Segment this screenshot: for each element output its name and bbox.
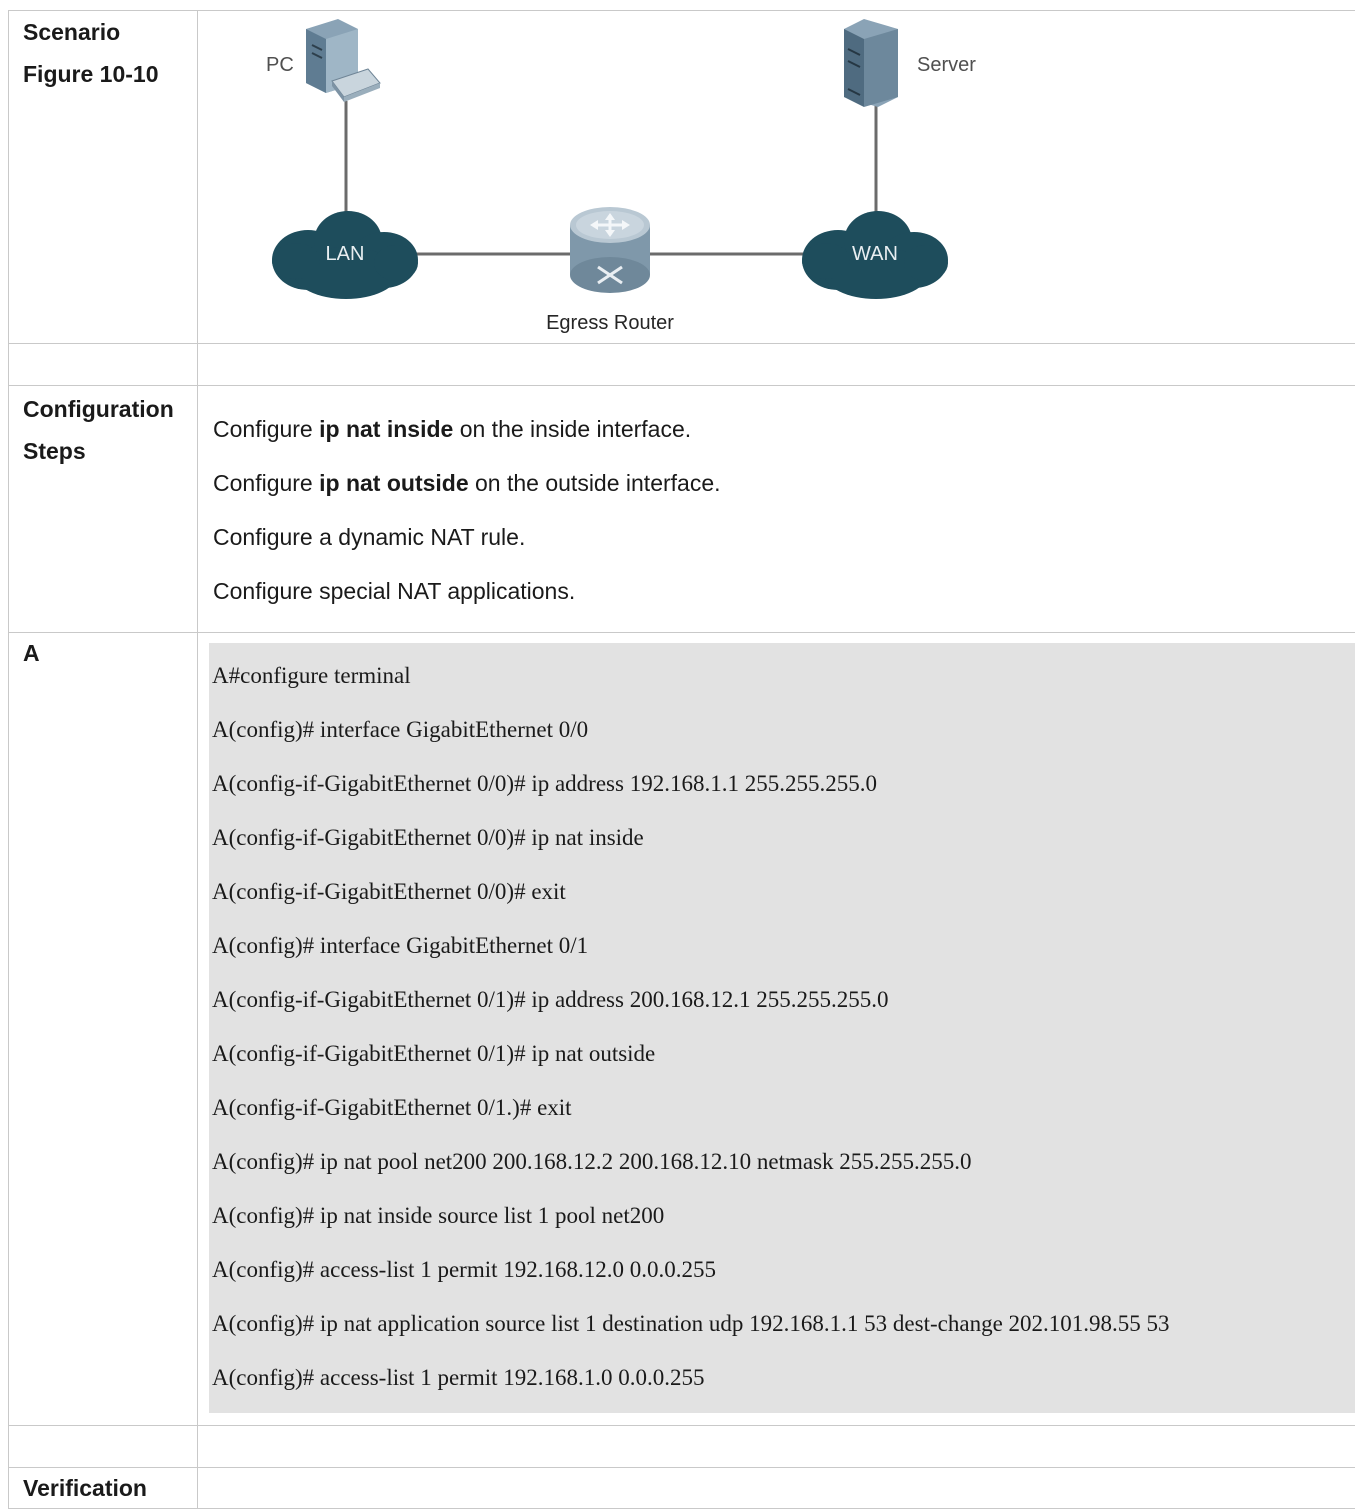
code-line: A(config)# access-list 1 permit 192.168.…: [212, 1243, 1355, 1297]
scenario-row: Scenario Figure 10-10: [9, 11, 1355, 344]
code-line: A(config-if-GigabitEthernet 0/0)# exit: [212, 865, 1355, 919]
steps-content-cell: Configure ip nat inside on the inside in…: [198, 386, 1355, 633]
lan-label: LAN: [326, 243, 365, 265]
step-item: Configure ip nat outside on the outside …: [213, 456, 1355, 510]
code-line: A(config)# ip nat pool net200 200.168.12…: [212, 1135, 1355, 1189]
spacer-content-cell: [198, 344, 1355, 386]
step-text: on the inside interface.: [453, 416, 691, 442]
code-line: A(config)# interface GigabitEthernet 0/1: [212, 919, 1355, 973]
spacer-content-cell: [198, 1426, 1355, 1468]
step-command: ip nat inside: [319, 416, 453, 442]
code-line: A(config-if-GigabitEthernet 0/1.)# exit: [212, 1081, 1355, 1135]
device-content-cell: A#configure terminal A(config)# interfac…: [198, 633, 1355, 1426]
scenario-label: Scenario: [23, 11, 197, 53]
code-line: A(config)# access-list 1 permit 192.168.…: [212, 1351, 1355, 1405]
configuration-label: Configuration: [23, 388, 197, 430]
code-block: A#configure terminal A(config)# interfac…: [209, 643, 1355, 1413]
code-line: A(config)# ip nat application source lis…: [212, 1297, 1355, 1351]
spacer-label-cell: [9, 344, 198, 386]
server-icon: [844, 19, 898, 107]
device-a-row: A A#configure terminal A(config)# interf…: [9, 633, 1355, 1426]
code-line: A(config-if-GigabitEthernet 0/1)# ip add…: [212, 973, 1355, 1027]
step-text: on the outside interface.: [469, 470, 721, 496]
network-topology-diagram: PC Server: [198, 11, 1355, 343]
device-label-cell: A: [9, 633, 198, 1426]
server-label: Server: [917, 54, 976, 76]
spacer-label-cell: [9, 1426, 198, 1468]
steps-label: Steps: [23, 430, 197, 472]
scenario-content-cell: PC Server: [198, 11, 1355, 344]
wan-label: WAN: [852, 243, 898, 265]
figure-label: Figure 10-10: [23, 53, 197, 95]
verification-content-cell: [198, 1468, 1355, 1509]
code-line: A(config-if-GigabitEthernet 0/1)# ip nat…: [212, 1027, 1355, 1081]
step-item: Configure special NAT applications.: [213, 564, 1355, 618]
scenario-label-cell: Scenario Figure 10-10: [9, 11, 198, 344]
router-label: Egress Router: [546, 312, 674, 334]
steps-list: Configure ip nat inside on the inside in…: [198, 386, 1355, 632]
step-text: Configure: [213, 470, 319, 496]
verification-label-cell: Verification: [9, 1468, 198, 1509]
configuration-steps-row: Configuration Steps Configure ip nat ins…: [9, 386, 1355, 633]
step-item: Configure ip nat inside on the inside in…: [213, 402, 1355, 456]
verification-row: Verification: [9, 1468, 1355, 1509]
step-command: ip nat outside: [319, 470, 469, 496]
topology-svg: PC Server: [198, 11, 1355, 343]
spacer-row-1: [9, 344, 1355, 386]
code-line: A(config-if-GigabitEthernet 0/0)# ip nat…: [212, 811, 1355, 865]
code-line: A(config)# interface GigabitEthernet 0/0: [212, 703, 1355, 757]
device-label: A: [23, 633, 197, 673]
verification-label: Verification: [23, 1468, 197, 1508]
document-table: Scenario Figure 10-10: [8, 10, 1355, 1509]
step-text: Configure: [213, 416, 319, 442]
router-icon: [570, 207, 650, 293]
code-line: A(config-if-GigabitEthernet 0/0)# ip add…: [212, 757, 1355, 811]
step-item: Configure a dynamic NAT rule.: [213, 510, 1355, 564]
pc-icon: [306, 19, 380, 102]
code-line: A#configure terminal: [212, 649, 1355, 703]
code-line: A(config)# ip nat inside source list 1 p…: [212, 1189, 1355, 1243]
steps-label-cell: Configuration Steps: [9, 386, 198, 633]
pc-label: PC: [266, 54, 294, 76]
spacer-row-2: [9, 1426, 1355, 1468]
